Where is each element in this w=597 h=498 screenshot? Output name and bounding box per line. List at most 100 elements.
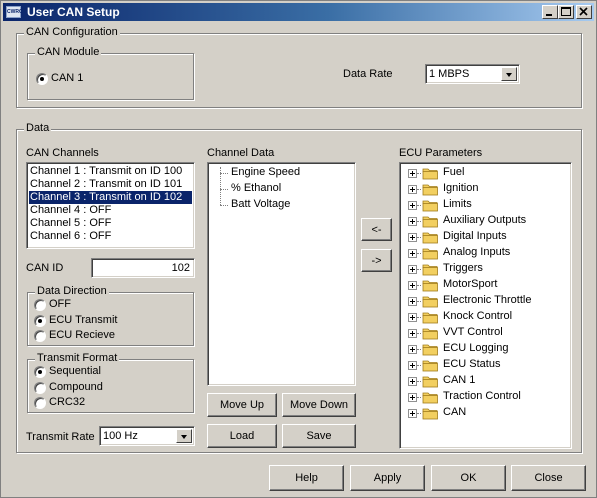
help-button[interactable]: Help	[269, 465, 344, 491]
ecu-parameters-label: ECU Parameters	[399, 147, 483, 159]
ecu-parameter-label: Traction Control	[443, 390, 521, 402]
close-button[interactable]: Close	[511, 465, 586, 491]
window-title: User CAN Setup	[27, 5, 120, 19]
expand-plus-icon[interactable]	[408, 393, 417, 402]
folder-icon	[422, 328, 438, 340]
app-logo-icon: CWRC	[6, 6, 23, 18]
can-id-input[interactable]: 102	[91, 258, 195, 278]
radio-icon[interactable]	[34, 299, 46, 311]
folder-icon	[422, 184, 438, 196]
chevron-down-icon[interactable]	[176, 429, 192, 443]
ecu-parameters-tree[interactable]: Fuel Ignition Limits Auxiliary Outputs Digit…	[399, 162, 572, 449]
expand-plus-icon[interactable]	[408, 329, 417, 338]
ecu-parameter-label: MotorSport	[443, 278, 498, 290]
move-down-button[interactable]: Move Down	[282, 393, 356, 417]
close-icon	[579, 7, 588, 16]
tree-connector	[417, 349, 421, 350]
expand-plus-icon[interactable]	[408, 377, 417, 386]
expand-plus-icon[interactable]	[408, 265, 417, 274]
can-module-group: CAN Module CAN 1	[27, 46, 194, 100]
move-up-button[interactable]: Move Up	[207, 393, 277, 417]
radio-selected-icon[interactable]	[34, 366, 46, 378]
apply-button[interactable]: Apply	[350, 465, 425, 491]
expand-plus-icon[interactable]	[408, 281, 417, 290]
transmit-rate-select[interactable]: 100 Hz	[99, 426, 195, 446]
tree-connector	[417, 237, 421, 238]
channel-data-tree[interactable]: Engine Speed % Ethanol Batt Voltage	[207, 162, 356, 386]
expand-plus-icon[interactable]	[408, 233, 417, 242]
ok-button[interactable]: OK	[431, 465, 506, 491]
folder-icon	[422, 312, 438, 324]
radio-selected-icon[interactable]	[36, 73, 48, 85]
radio-icon[interactable]	[34, 397, 46, 409]
tree-connector	[417, 317, 421, 318]
expand-plus-icon[interactable]	[408, 201, 417, 210]
channel-list-item-selected[interactable]: Channel 3 : Transmit on ID 102	[29, 191, 192, 204]
add-parameter-button[interactable]: ->	[361, 249, 392, 272]
radio-selected-icon[interactable]	[34, 315, 46, 327]
channel-data-item-label: Batt Voltage	[231, 198, 291, 210]
can-module-label: CAN Module	[35, 46, 102, 58]
folder-icon	[422, 248, 438, 260]
channel-list-item[interactable]: Channel 6 : OFF	[29, 230, 192, 243]
tree-connector	[417, 301, 421, 302]
expand-plus-icon[interactable]	[408, 169, 417, 178]
minimize-icon	[546, 14, 552, 16]
load-button[interactable]: Load	[207, 424, 277, 448]
ecu-parameter-label: Knock Control	[443, 310, 513, 322]
folder-icon	[422, 216, 438, 228]
tree-connector	[417, 397, 421, 398]
close-window-button[interactable]	[576, 5, 592, 19]
minimize-button[interactable]	[542, 5, 558, 19]
radio-icon[interactable]	[34, 330, 46, 342]
expand-plus-icon[interactable]	[408, 345, 417, 354]
expand-plus-icon[interactable]	[408, 409, 417, 418]
folder-icon	[422, 360, 438, 372]
transmit-format-label: Transmit Format	[35, 352, 120, 364]
expand-plus-icon[interactable]	[408, 217, 417, 226]
user-can-setup-window: CWRC User CAN Setup CAN Configuration CA…	[0, 0, 597, 498]
ecu-parameter-label: Analog Inputs	[443, 246, 511, 258]
ecu-parameter-label: Fuel	[443, 166, 465, 178]
channel-data-label: Channel Data	[207, 147, 275, 159]
can-configuration-group: CAN Configuration CAN Module CAN 1 Data …	[16, 26, 582, 108]
save-button[interactable]: Save	[282, 424, 356, 448]
radio-icon[interactable]	[34, 382, 46, 394]
can-channels-list[interactable]: Channel 1 : Transmit on ID 100 Channel 2…	[26, 162, 195, 249]
tree-connector	[417, 173, 421, 174]
format-compound-label: Compound	[49, 381, 103, 393]
expand-plus-icon[interactable]	[408, 313, 417, 322]
data-rate-select[interactable]: 1 MBPS	[425, 64, 520, 84]
channel-list-item[interactable]: Channel 1 : Transmit on ID 100	[29, 165, 192, 178]
expand-plus-icon[interactable]	[408, 185, 417, 194]
ecu-parameter-label: VVT Control	[443, 326, 503, 338]
channel-list-item[interactable]: Channel 2 : Transmit on ID 101	[29, 178, 192, 191]
expand-plus-icon[interactable]	[408, 249, 417, 258]
ecu-parameter-label: ECU Status	[443, 358, 501, 370]
transmit-format-group: Transmit Format Sequential Compound CRC3…	[27, 352, 194, 413]
expand-plus-icon[interactable]	[408, 361, 417, 370]
folder-icon	[422, 232, 438, 244]
expand-plus-icon[interactable]	[408, 297, 417, 306]
can-configuration-label: CAN Configuration	[24, 26, 120, 38]
tree-connector	[220, 189, 228, 190]
format-crc32-label: CRC32	[49, 396, 86, 408]
ecu-parameter-label: CAN 1	[443, 374, 476, 386]
folder-icon	[422, 376, 438, 388]
channel-data-item-label: Engine Speed	[231, 166, 301, 178]
data-direction-label: Data Direction	[35, 285, 109, 297]
remove-parameter-button[interactable]: <-	[361, 218, 392, 241]
ecu-parameter-label: Electronic Throttle	[443, 294, 532, 306]
channel-data-item-label: % Ethanol	[231, 182, 282, 194]
title-bar[interactable]: CWRC User CAN Setup	[3, 3, 594, 21]
tree-connector	[417, 189, 421, 190]
chevron-down-icon[interactable]	[501, 67, 517, 81]
channel-list-item[interactable]: Channel 4 : OFF	[29, 204, 192, 217]
maximize-button[interactable]	[558, 5, 574, 19]
transmit-rate-label: Transmit Rate	[26, 431, 95, 443]
folder-icon	[422, 168, 438, 180]
can-id-label: CAN ID	[26, 262, 64, 274]
folder-icon	[422, 296, 438, 308]
ecu-parameter-label: CAN	[443, 406, 467, 418]
channel-list-item[interactable]: Channel 5 : OFF	[29, 217, 192, 230]
